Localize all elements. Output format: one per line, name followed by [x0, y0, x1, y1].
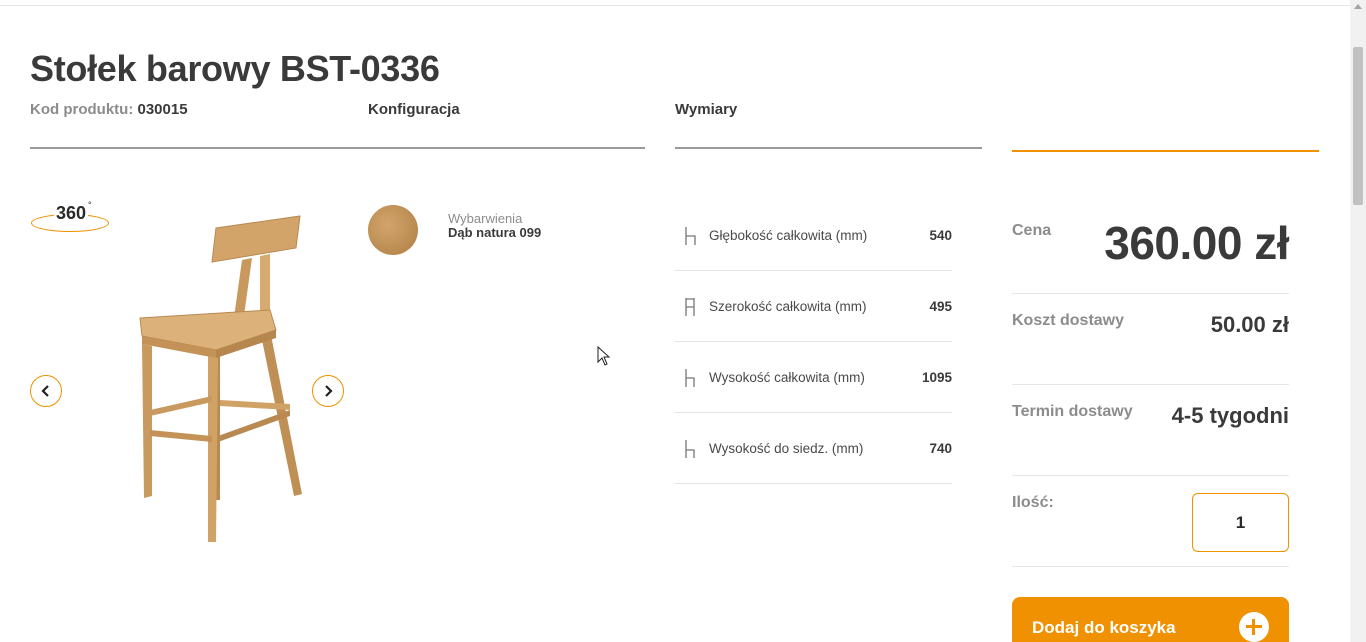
- dimension-value: 1095: [921, 370, 952, 385]
- section-divider-price: [1012, 150, 1319, 152]
- dimension-label: Wysokość całkowita (mm): [709, 370, 865, 385]
- product-code: Kod produktu: 030015: [30, 101, 188, 118]
- swatch-category-label: Wybarwienia: [448, 211, 523, 226]
- delivery-cost-label: Koszt dostawy: [1012, 312, 1125, 329]
- color-swatch[interactable]: [368, 205, 418, 255]
- dimension-value: 540: [929, 228, 952, 243]
- dimension-row: Wysokość całkowita (mm) 1095: [675, 342, 952, 413]
- degree-symbol: °: [88, 200, 92, 210]
- add-to-cart-label: Dodaj do koszyka: [1032, 618, 1176, 637]
- view-360-label: 360: [54, 203, 89, 223]
- dimension-row: Szerokość całkowita (mm) 495: [675, 271, 952, 342]
- dimension-value: 740: [929, 441, 952, 456]
- top-divider: [0, 5, 1350, 6]
- product-code-label: Kod produktu:: [30, 101, 134, 118]
- width-icon: [685, 298, 695, 316]
- delivery-cost-row: Koszt dostawy 50.00 zł: [1012, 294, 1289, 385]
- scrollbar-thumb[interactable]: [1353, 47, 1363, 205]
- previous-image-button[interactable]: [30, 375, 62, 407]
- delivery-time-row: Termin dostawy 4-5 tygodni: [1012, 385, 1289, 476]
- delivery-cost-value: 50.00 zł: [1210, 312, 1289, 337]
- delivery-time-value: 4-5 tygodni: [1171, 403, 1289, 428]
- mouse-cursor-icon: [597, 346, 611, 366]
- dimension-row: Głębokość całkowita (mm) 540: [675, 200, 952, 271]
- view-360-button[interactable]: 360 °: [30, 200, 110, 234]
- quantity-label: Ilość:: [1012, 494, 1054, 511]
- vertical-scrollbar[interactable]: [1350, 0, 1366, 642]
- product-code-value: 030015: [137, 101, 188, 118]
- height-icon: [685, 369, 695, 387]
- depth-icon: [685, 227, 696, 245]
- scroll-up-icon[interactable]: [1354, 4, 1362, 9]
- dimensions-list: Głębokość całkowita (mm) 540 Szerokość c…: [675, 200, 952, 484]
- configuration-heading: Konfiguracja: [368, 101, 460, 118]
- dimension-label: Szerokość całkowita (mm): [709, 299, 867, 314]
- delivery-time-label: Termin dostawy: [1012, 403, 1133, 420]
- dimension-label: Głębokość całkowita (mm): [709, 228, 868, 243]
- price-label: Cena: [1012, 222, 1052, 239]
- page-title: Stołek barowy BST-0336: [30, 48, 440, 89]
- chevron-left-icon: [41, 385, 49, 397]
- swatch-value: Dąb natura 099: [448, 225, 542, 240]
- dimension-row: Wysokość do siedz. (mm) 740: [675, 413, 952, 484]
- section-divider-dimensions: [675, 147, 982, 149]
- price-value: 360.00 zł: [1104, 217, 1289, 269]
- section-divider-left: [30, 147, 645, 149]
- dimension-label: Wysokość do siedz. (mm): [709, 441, 864, 456]
- chevron-right-icon: [325, 385, 333, 397]
- dimension-value: 495: [929, 299, 952, 314]
- price-row: Cena 360.00 zł: [1012, 200, 1289, 294]
- add-to-cart-button[interactable]: Dodaj do koszyka: [1012, 597, 1289, 642]
- seat-height-icon: [685, 440, 695, 458]
- next-image-button[interactable]: [312, 375, 344, 407]
- plus-icon: [1239, 612, 1269, 642]
- quantity-input[interactable]: 1: [1192, 493, 1289, 552]
- dimensions-heading: Wymiary: [675, 101, 738, 118]
